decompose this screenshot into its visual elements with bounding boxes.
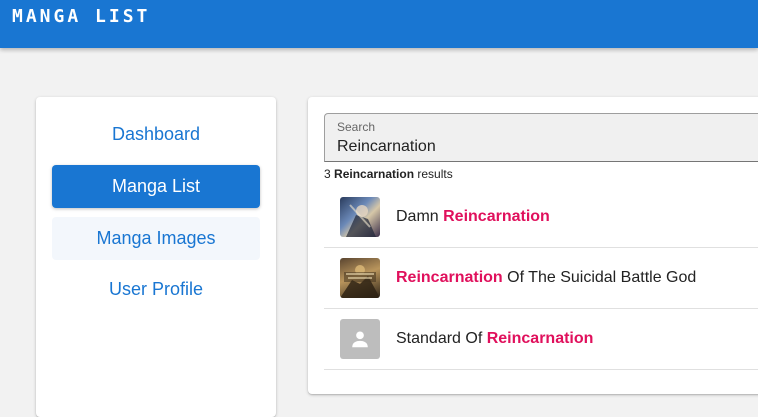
results-term: Reincarnation <box>334 167 415 181</box>
sidebar-item-manga-images[interactable]: Manga Images <box>52 217 260 260</box>
sidebar-item-user-profile[interactable]: User Profile <box>52 268 260 311</box>
search-label: Search <box>337 120 376 134</box>
result-highlight: Reincarnation <box>396 269 503 286</box>
result-highlight: Reincarnation <box>443 208 550 225</box>
search-results-card: Search 3 Reincarnation results Damn Rein… <box>308 97 758 394</box>
sidebar-item-manga-list[interactable]: Manga List <box>52 165 260 208</box>
sidebar-item-dashboard[interactable]: Dashboard <box>52 113 260 156</box>
result-item[interactable]: Damn Reincarnation <box>324 187 758 248</box>
search-field[interactable]: Search <box>324 113 758 162</box>
result-title: Standard Of Reincarnation <box>396 330 594 347</box>
manga-cover-thumbnail <box>340 258 380 298</box>
results-summary: 3 Reincarnation results <box>324 167 453 181</box>
sidebar-item-label: Dashboard <box>111 124 201 144</box>
result-title: Damn Reincarnation <box>396 208 550 225</box>
app-bar: MANGA LIST <box>0 0 758 48</box>
sidebar-item-label: User Profile <box>108 279 204 299</box>
app-title: MANGA LIST <box>12 6 151 27</box>
result-item[interactable]: Standard Of Reincarnation <box>324 309 758 370</box>
sidebar-item-label: Manga List <box>111 176 201 196</box>
results-suffix: results <box>417 167 453 181</box>
result-title: Reincarnation Of The Suicidal Battle God <box>396 269 697 286</box>
result-item[interactable]: Reincarnation Of The Suicidal Battle God <box>324 248 758 309</box>
sidebar-item-label: Manga Images <box>96 228 216 248</box>
results-count: 3 <box>324 167 331 181</box>
manga-cover-thumbnail <box>340 197 380 237</box>
sidebar-nav: Dashboard Manga List Manga Images User P… <box>36 97 276 417</box>
result-highlight: Reincarnation <box>486 330 594 347</box>
person-icon <box>340 319 380 359</box>
search-input[interactable] <box>337 136 758 158</box>
